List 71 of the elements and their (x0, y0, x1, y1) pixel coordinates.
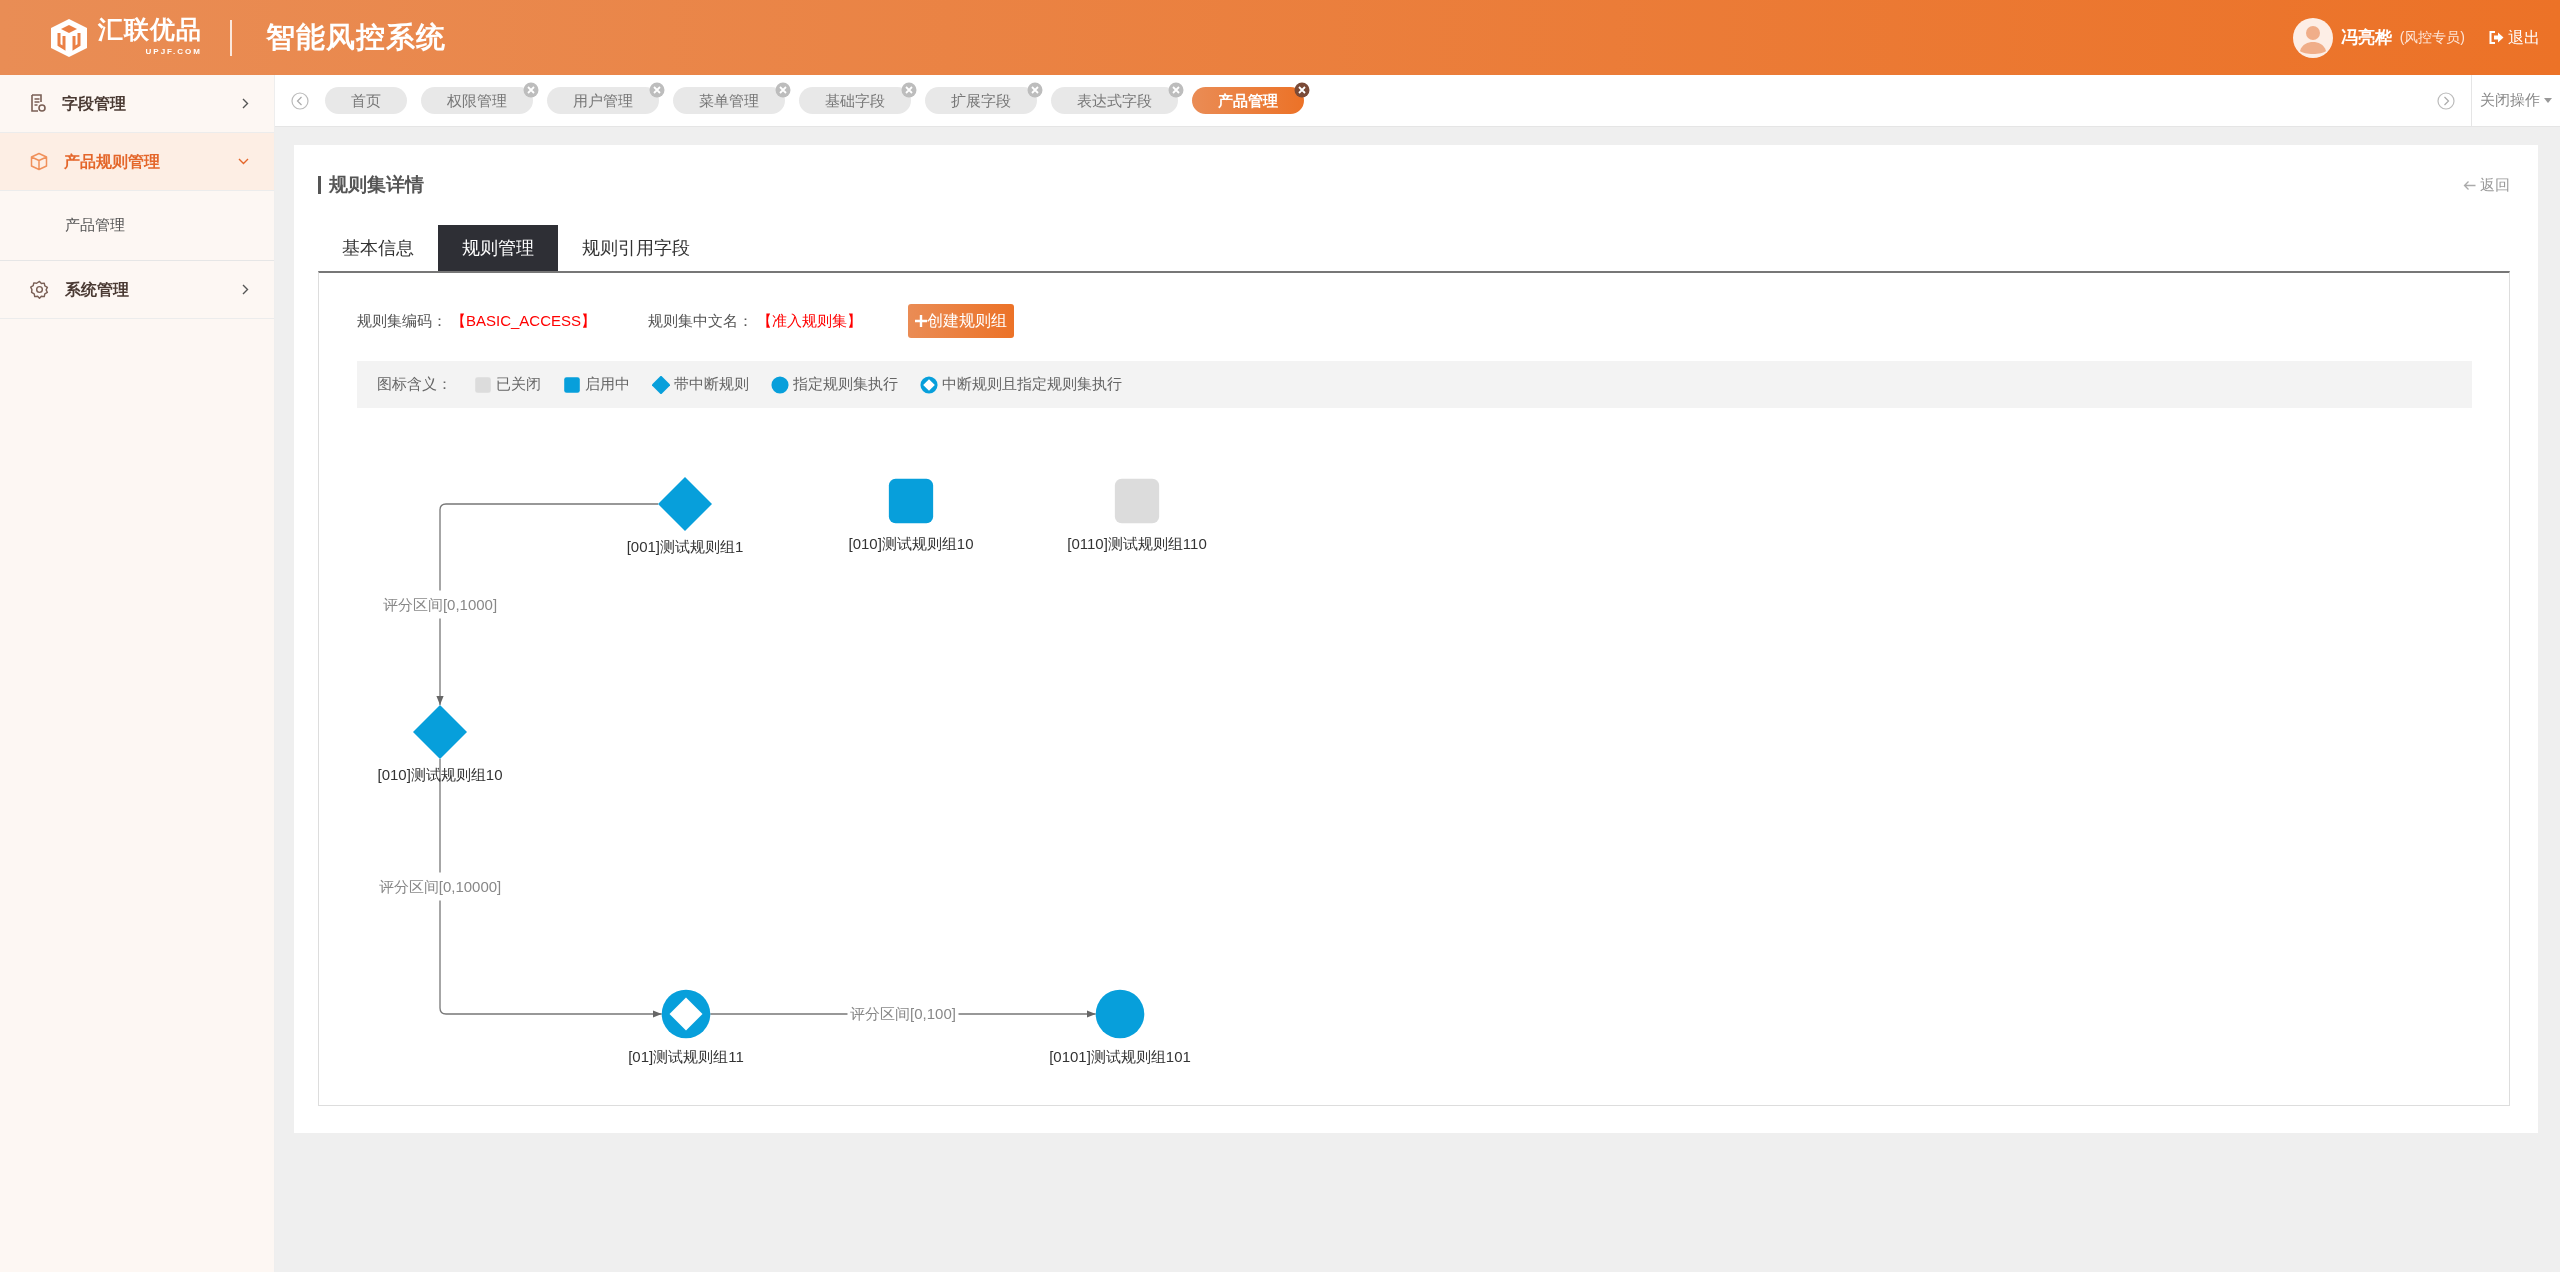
legend-interrupt-icon (652, 375, 670, 394)
rule-group-node (1114, 478, 1160, 524)
logout-link[interactable]: 退出 (2489, 25, 2540, 50)
page-tab[interactable]: 表达式字段 (1051, 87, 1178, 114)
sidebar-item[interactable]: 系统管理 (0, 261, 274, 319)
sidebar-item[interactable]: 产品规则管理 (0, 133, 274, 191)
sidebar-item-label: 产品规则管理 (64, 151, 160, 172)
close-actions-dropdown[interactable]: 关闭操作 (2471, 75, 2560, 126)
node-label: [010]测试规则组10 (848, 535, 974, 552)
rule-group-node (888, 478, 934, 524)
rule-group-node (661, 989, 711, 1039)
field-value: 【BASIC_ACCESS】 (451, 310, 597, 331)
caret-icon (2544, 98, 2552, 103)
field-label: 规则集中文名： (648, 310, 754, 331)
arrow-left-icon (2463, 179, 2476, 191)
node-label: [01]测试规则组11 (628, 1048, 744, 1065)
page-tab[interactable]: 菜单管理 (673, 87, 785, 114)
chevron-right-icon (242, 284, 249, 295)
edge-label: 评分区间[0,100] (850, 1005, 956, 1022)
legend-active-icon (564, 376, 580, 393)
rule-group-node (1095, 989, 1145, 1039)
logout-icon (2489, 31, 2504, 44)
field-value: 【准入规则集】 (757, 310, 863, 331)
node-label: [0101]测试规则组101 (1049, 1048, 1191, 1065)
rule-group-node (658, 477, 712, 531)
page-tab[interactable]: 首页 (325, 87, 407, 114)
legend-item-label: 已关闭 (496, 374, 541, 395)
close-icon[interactable] (1294, 82, 1310, 98)
node-label: [001]测试规则组1 (626, 538, 744, 555)
logo-icon (48, 16, 90, 59)
rule-group-node (413, 705, 467, 759)
legend-interrupt-assign-icon (920, 375, 938, 394)
detail-tab[interactable]: 规则引用字段 (558, 225, 714, 271)
page-tab[interactable]: 基础字段 (799, 87, 911, 114)
page-tab[interactable]: 产品管理 (1192, 87, 1304, 114)
edge-label: 评分区间[0,10000] (378, 877, 502, 895)
legend-assign-icon (771, 375, 789, 394)
scroll-left-icon[interactable] (291, 91, 309, 110)
sidebar-item-label: 系统管理 (65, 279, 129, 300)
page-tab[interactable]: 扩展字段 (925, 87, 1037, 114)
user-role: (风控专员) (2399, 28, 2465, 47)
detail-tab[interactable]: 规则管理 (438, 225, 558, 271)
node-label: [0110]测试规则组110 (1067, 535, 1207, 552)
page-title: 规则集详情 (318, 176, 424, 194)
avatar-icon (2292, 17, 2333, 58)
logo-text: 汇联优品 (98, 17, 202, 42)
sidebar-subitem[interactable]: 产品管理 (0, 191, 274, 261)
user-name: 冯亮桦 (2340, 26, 2392, 49)
legend-item-label: 中断规则且指定规则集执行 (942, 374, 1122, 395)
gear-icon (30, 280, 49, 299)
edge-label: 评分区间[0,1000] (382, 595, 498, 613)
logo-subtext: UPJF.COM (145, 46, 202, 58)
legend-label: 图标含义： (377, 374, 452, 395)
legend-item-label: 指定规则集执行 (793, 374, 898, 395)
document-icon (30, 94, 46, 113)
node-label: [010]测试规则组10 (377, 766, 503, 783)
legend-item-label: 启用中 (585, 374, 630, 395)
field-label: 规则集编码： (357, 310, 447, 331)
plus-icon (915, 315, 928, 327)
chevron-down-icon (238, 158, 249, 165)
app-title: 智能风控系统 (266, 19, 446, 55)
sidebar-item-label: 字段管理 (62, 93, 126, 114)
page-tab[interactable]: 权限管理 (421, 87, 533, 114)
legend-item-label: 带中断规则 (674, 374, 749, 395)
detail-tab[interactable]: 基本信息 (318, 225, 438, 271)
back-link[interactable]: 返回 (2463, 173, 2510, 197)
cube-icon (30, 152, 48, 171)
chevron-right-icon (242, 98, 249, 109)
page-tab[interactable]: 用户管理 (547, 87, 659, 114)
create-group-button[interactable]: 创建规则组 (908, 304, 1015, 338)
scroll-right-icon[interactable] (2437, 91, 2455, 110)
